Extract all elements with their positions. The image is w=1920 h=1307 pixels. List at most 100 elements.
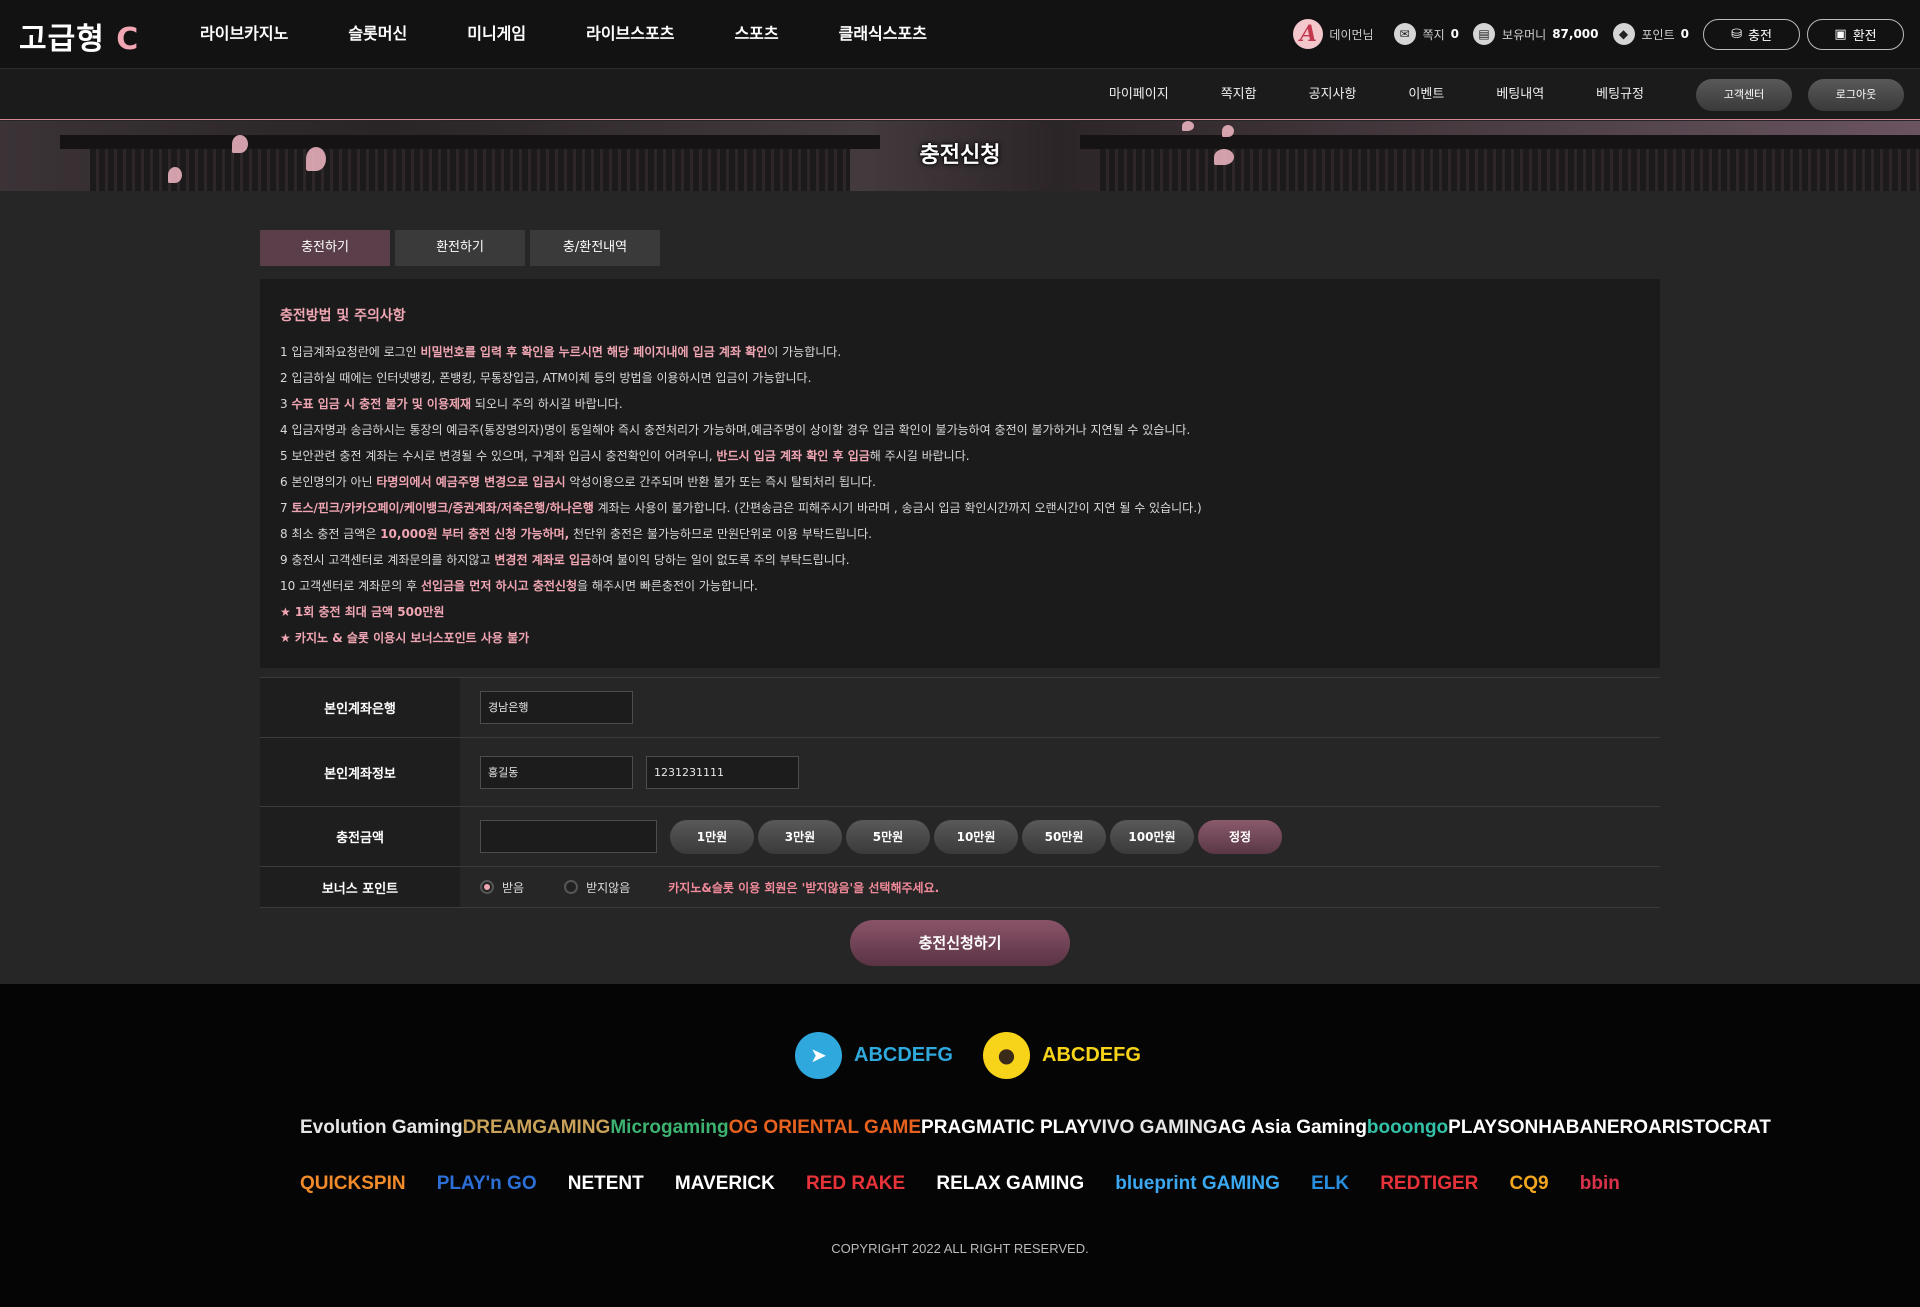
amount-100k-button[interactable]: 10만원 [934,819,1018,854]
notice-item: 6 본인명의가 아닌 타명의에서 예금주명 변경으로 입금시 악성이용으로 간주… [280,469,1640,495]
bonus-note: 카지노&슬롯 이용 회원은 '받지않음'을 선택해주세요. [668,880,940,895]
nav-live-sports[interactable]: 라이브스포츠 [556,0,704,69]
notice-text: 천단위 충전은 불가능하므로 만원단위로 이용 부탁드립니다. [569,527,872,541]
cash-icon: ▣ [1834,26,1847,42]
logout-button[interactable]: 로그아웃 [1808,79,1904,111]
sub-bar: 마이페이지 쪽지함 공지사항 이벤트 베팅내역 베팅규정 고객센터 로그아웃 [0,69,1920,120]
provider-logo: bbin [1579,1173,1620,1194]
telegram-contact[interactable]: ➤ ABCDEFG [795,1032,953,1079]
nav-sports[interactable]: 스포츠 [704,0,808,69]
tab-deposit[interactable]: 충전하기 [260,230,390,266]
amount-10k-button[interactable]: 1만원 [670,819,754,854]
telegram-icon: ➤ [795,1032,842,1079]
message-status[interactable]: ✉ 쪽지 0 [1393,23,1459,45]
avatar: A [1293,19,1324,49]
nav-mini-game[interactable]: 미니게임 [437,0,556,69]
money-label: 보유머니 [1502,27,1547,42]
notice-highlight: 변경전 계좌로 입금 [494,553,592,567]
amount-1m-button[interactable]: 100만원 [1110,819,1194,854]
bonus-no-radio[interactable]: 받지않음 [564,879,630,896]
provider-logo: Microgaming [610,1117,729,1138]
provider-logo: NETENT [567,1173,644,1194]
provider-logo: RELAX GAMING [936,1173,1085,1194]
withdraw-button[interactable]: ▣ 환전 [1807,18,1904,50]
support-button[interactable]: 고객센터 [1696,79,1792,111]
message-label: 쪽지 [1422,27,1445,42]
radio-selected-icon [480,880,494,894]
bonus-yes-label: 받음 [502,880,525,895]
point-status: ◆ 포인트 0 [1612,23,1689,45]
subnav-mypage[interactable]: 마이페이지 [1083,69,1195,120]
diamond-icon: ◆ [1612,23,1635,45]
bonus-no-label: 받지않음 [586,880,631,895]
coin-icon: ⛁ [1731,26,1742,42]
notice-highlight: 타명의에서 예금주명 변경으로 입금시 [376,475,566,489]
nav-live-casino[interactable]: 라이브카지노 [170,0,318,69]
sub-nav: 마이페이지 쪽지함 공지사항 이벤트 베팅내역 베팅규정 [1083,69,1670,120]
notice-star-item: ★ 1회 충전 최대 금액 500만원 [280,605,445,619]
subnav-bet-rules[interactable]: 베팅규정 [1570,69,1670,120]
notice-text: 3 [280,397,292,411]
account-holder-field[interactable]: 홍길동 [480,755,633,789]
amount-500k-button[interactable]: 50만원 [1022,819,1106,854]
notice-item: 8 최소 충전 금액은 10,000원 부터 충전 신청 가능하며, 천단위 충… [280,521,1640,547]
deposit-form: 본인계좌은행 경남은행 본인계좌정보 홍길동 1231231111 충전금액 1… [260,677,1660,908]
nav-slot[interactable]: 슬롯머신 [318,0,437,69]
notice-item: 5 보안관련 충전 계좌는 수시로 변경될 수 있으며, 구계좌 입금시 충전확… [280,443,1640,469]
notice-text: 8 최소 충전 금액은 [280,527,381,541]
kakao-id: ABCDEFG [1042,1044,1141,1066]
provider-logo: QUICKSPIN [300,1173,406,1194]
kakao-contact[interactable]: ● ABCDEFG [983,1032,1141,1079]
form-row-bonus: 보너스 포인트 받음 받지않음 카지노&슬롯 이용 회원은 '받지않음'을 선택… [260,867,1660,908]
amount-50k-button[interactable]: 5만원 [846,819,930,854]
subnav-bet-history[interactable]: 베팅내역 [1470,69,1570,120]
copyright: COPYRIGHT 2022 ALL RIGHT RESERVED. [831,1241,1089,1256]
form-row-bank: 본인계좌은행 경남은행 [260,678,1660,738]
withdraw-button-label: 환전 [1852,28,1877,44]
amount-input[interactable] [480,820,657,853]
submit-deposit-button[interactable]: 충전신청하기 [850,920,1070,966]
notice-text: 계좌는 사용이 불가합니다. (간편송금은 피해주시기 바라며 , 송금시 입금… [593,501,1202,515]
provider-logo: OG ORIENTAL GAME [728,1117,922,1138]
tab-withdraw[interactable]: 환전하기 [395,230,525,266]
provider-logo: PLAYSON [1448,1117,1539,1138]
hero-banner: 충전신청 [0,121,1920,191]
bonus-yes-radio[interactable]: 받음 [480,879,524,896]
nav-classic-sports[interactable]: 클래식스포츠 [809,0,957,69]
amount-reset-button[interactable]: 정정 [1198,819,1282,854]
provider-logo: ELK [1311,1173,1350,1194]
provider-logo: Evolution Gaming [300,1117,463,1138]
notice-item: 7 토스/핀크/카카오페이/케이뱅크/증권계좌/저축은행/하나은행 계좌는 사용… [280,495,1640,521]
kakao-talk-icon: ● [983,1032,1030,1079]
form-row-amount: 충전금액 1만원 3만원 5만원 10만원 50만원 100만원 정정 [260,807,1660,867]
subnav-event[interactable]: 이벤트 [1382,69,1470,120]
money-value: 87,000 [1552,27,1599,41]
notice-highlight: 선입금을 먼저 하시고 충전신청 [420,579,577,593]
user-name: 데이먼님 [1329,27,1374,42]
provider-logo: booongo [1366,1117,1449,1138]
notice-text: 10 고객센터로 계좌문의 후 [280,579,421,593]
deposit-button[interactable]: ⛁ 충전 [1703,18,1800,50]
deposit-button-label: 충전 [1747,28,1772,44]
site-logo[interactable]: 고급형 C [19,14,139,58]
footer: ➤ ABCDEFG ● ABCDEFG Evolution Gaming DREA… [0,984,1920,1307]
notice-text: 되오니 주의 하시길 바랍니다. [471,397,623,411]
bank-field[interactable]: 경남은행 [480,691,633,724]
user-info: A 데이먼님 [1293,19,1379,49]
subnav-notice[interactable]: 공지사항 [1283,69,1383,120]
amount-30k-button[interactable]: 3만원 [758,819,842,854]
account-number-field[interactable]: 1231231111 [646,755,799,789]
notice-star-item: ★ 카지노 & 슬롯 이용시 보너스포인트 사용 불가 [280,631,530,645]
provider-logo: ARISTOCRAT [1648,1117,1771,1138]
main-nav: 라이브카지노 슬롯머신 미니게임 라이브스포츠 스포츠 클래식스포츠 [170,0,957,69]
money-status: ▤ 보유머니 87,000 [1473,23,1599,45]
notice-text: 악성이용으로 간주되며 반환 불가 또는 즉시 탈퇴처리 됩니다. [565,475,876,489]
notice-highlight: 비밀번호를 입력 후 확인을 누르시면 해당 페이지내에 입금 계좌 확인 [420,345,768,359]
notice-text: 2 입금하실 때에는 인터넷뱅킹, 폰뱅킹, 무통장입금, ATM이체 등의 방… [280,371,812,385]
provider-logos-row-2: QUICKSPIN PLAY'n GO NETENT MAVERICK RED RAKE… [300,1174,1620,1193]
notice-item: 2 입금하실 때에는 인터넷뱅킹, 폰뱅킹, 무통장입금, ATM이체 등의 방… [280,365,1640,391]
tab-history[interactable]: 충/환전내역 [530,230,660,266]
bank-label: 본인계좌은행 [260,678,460,737]
account-label: 본인계좌정보 [260,738,460,806]
subnav-messages[interactable]: 쪽지함 [1195,69,1283,120]
